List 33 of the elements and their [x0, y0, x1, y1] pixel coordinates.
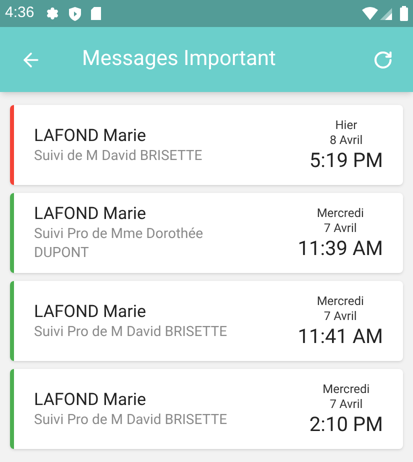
- gear-icon: [46, 7, 60, 20]
- message-card[interactable]: LAFOND Marie Suivi Pro de M David BRISETTE Mercredi 7 Avril 11:41 AM: [10, 281, 403, 361]
- message-date: 8 Avril: [330, 133, 363, 148]
- message-date: 7 Avril: [330, 397, 363, 412]
- message-time: 11:39 AM: [298, 236, 383, 260]
- message-subject: Suivi de M David BRISETTE: [34, 146, 204, 166]
- message-card[interactable]: LAFOND Marie Suivi Pro de Mme Dorothée DUPONT Mercredi 7 Avril 11:39 AM: [10, 193, 403, 273]
- battery-icon: [400, 6, 408, 21]
- message-time: 11:41 AM: [298, 324, 383, 348]
- shield-icon: [69, 6, 82, 20]
- message-card[interactable]: LAFOND Marie Suivi de M David BRISETTE Hier 8 Avril 5:19 PM: [10, 105, 403, 185]
- message-subject: Suivi Pro de Mme Dorothée DUPONT: [34, 225, 204, 263]
- status-time: 4:36: [5, 3, 34, 24]
- message-day: Mercredi: [316, 294, 364, 309]
- message-card[interactable]: LAFOND Marie Suivi Pro de M David BRISETTE Mercredi 7 Avril 2:10 PM: [10, 369, 403, 449]
- message-date: 7 Avril: [324, 221, 357, 236]
- sender-name: LAFOND Marie: [34, 388, 147, 410]
- sender-name: LAFOND Marie: [34, 124, 147, 146]
- app-bar-title: Messages Important: [82, 46, 276, 73]
- sd-card-icon: [91, 7, 102, 20]
- wifi-icon: [362, 7, 378, 20]
- message-subject: Suivi Pro de M David BRISETTE: [34, 322, 228, 342]
- signal-icon: [380, 8, 392, 20]
- message-day: Mercredi: [316, 206, 364, 221]
- message-date: 7 Avril: [324, 309, 357, 324]
- refresh-button[interactable]: [373, 50, 393, 70]
- message-time: 5:19 PM: [309, 148, 383, 172]
- sender-name: LAFOND Marie: [34, 300, 147, 322]
- message-day: Hier: [335, 118, 358, 133]
- message-time: 2:10 PM: [309, 412, 383, 436]
- message-day: Mercredi: [322, 382, 370, 397]
- message-subject: Suivi Pro de M David BRISETTE: [34, 410, 228, 430]
- sender-name: LAFOND Marie: [34, 203, 147, 225]
